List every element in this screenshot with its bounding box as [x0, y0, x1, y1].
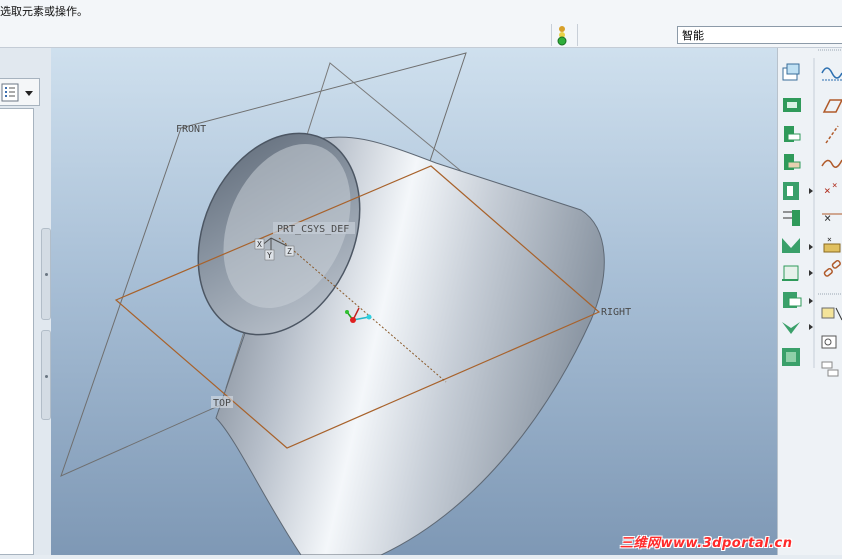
csys-axis-x-label: X [257, 240, 262, 249]
panel-sash-handle[interactable] [41, 228, 51, 320]
toolbar-separator [551, 24, 552, 46]
datum-axis-line-icon[interactable] [825, 125, 839, 144]
field-point-icon[interactable]: × [823, 235, 841, 253]
datum-plane-icon[interactable] [782, 63, 800, 81]
front-plane-label[interactable]: FRONT [176, 124, 206, 135]
feature-toolbar: × × × × [777, 48, 842, 555]
selection-filter-select[interactable]: 智能 [677, 26, 842, 44]
model-scene: FRONT RIGHT TOP PRT_CSYS_DEF X Y Z [60, 52, 631, 555]
rib-icon[interactable] [782, 322, 813, 334]
offset-point-icon[interactable]: × [822, 211, 842, 225]
layer-tree-icon[interactable] [821, 361, 839, 377]
show-menu-icon[interactable] [0, 79, 40, 107]
datum-csys-icon[interactable] [784, 154, 801, 170]
model-tree[interactable] [0, 108, 34, 555]
sketch-rectangle-icon[interactable] [821, 307, 842, 321]
sweep-icon[interactable] [782, 238, 813, 253]
graphics-viewport[interactable]: FRONT RIGHT TOP PRT_CSYS_DEF X Y Z [51, 48, 777, 555]
toolbar-separator [577, 24, 578, 46]
csys-label[interactable]: PRT_CSYS_DEF [277, 224, 349, 235]
top-plane-label[interactable]: TOP [213, 398, 231, 409]
draft-icon[interactable] [782, 348, 800, 366]
svg-text:×: × [824, 211, 831, 225]
blend-icon[interactable] [782, 265, 813, 281]
datum-axis-icon[interactable] [783, 98, 801, 112]
csys-axis-z-label: Z [287, 247, 292, 256]
svg-text:×: × [832, 181, 837, 191]
csys-axis-y-label: Y [267, 251, 272, 260]
status-message: 选取元素或操作。 [0, 5, 88, 18]
svg-text:×: × [824, 184, 831, 197]
datum-point-cross-icon[interactable]: × × [824, 181, 837, 197]
datum-plane-offset-icon[interactable] [822, 99, 842, 113]
datum-point-icon[interactable] [784, 126, 801, 142]
watermark-text: 三维网www.3dportal.cn [620, 536, 793, 551]
shell-icon[interactable] [783, 292, 813, 308]
model-tree-toolbar [0, 78, 40, 106]
right-plane-label[interactable]: RIGHT [601, 307, 631, 318]
panel-sash-handle[interactable] [41, 330, 51, 420]
note-icon[interactable] [821, 335, 837, 349]
chain-icon[interactable] [823, 259, 841, 277]
extrude-icon[interactable] [783, 182, 813, 200]
sketch-curve-icon[interactable] [821, 67, 842, 81]
spline-curve-icon[interactable] [821, 159, 842, 168]
revolve-icon[interactable] [783, 210, 800, 226]
regeneration-status-light-icon[interactable] [555, 25, 569, 47]
svg-text:×: × [827, 235, 832, 244]
top-toolbar: 选取元素或操作。 智能 [0, 0, 842, 48]
